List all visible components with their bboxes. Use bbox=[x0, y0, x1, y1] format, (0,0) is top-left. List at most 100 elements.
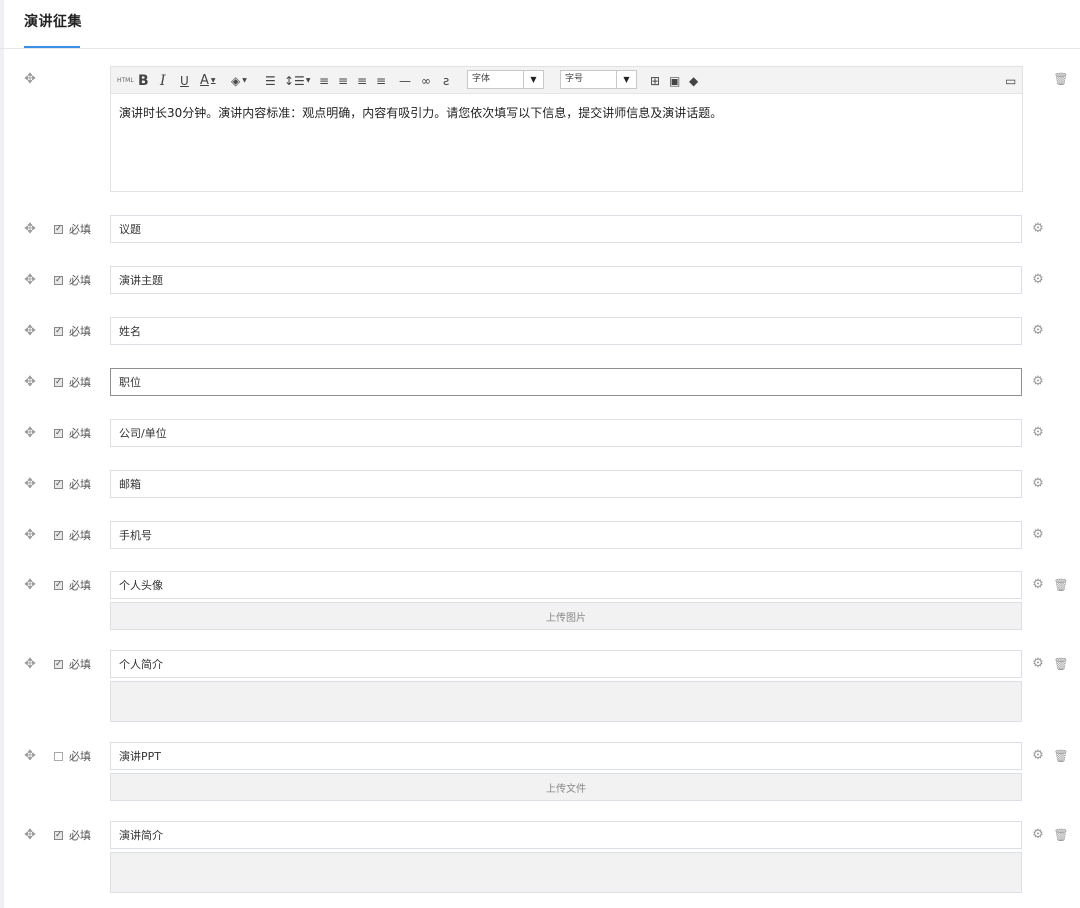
required-label: 必填 bbox=[69, 750, 91, 763]
align-left-icon[interactable]: ≡ bbox=[319, 73, 329, 89]
gear-icon[interactable]: ⚙ bbox=[1030, 748, 1046, 764]
eraser-icon[interactable]: ◆ bbox=[689, 73, 698, 89]
link-icon[interactable]: ∞ bbox=[421, 73, 431, 89]
field-input[interactable]: 公司/单位 bbox=[110, 419, 1022, 447]
required-checkbox[interactable] bbox=[54, 751, 63, 761]
required-checkbox[interactable]: ✓ bbox=[54, 659, 63, 669]
required-checkbox[interactable]: ✓ bbox=[54, 830, 63, 840]
drag-handle-icon[interactable]: ✥ bbox=[22, 272, 38, 288]
upload-file-button[interactable]: 上传文件 bbox=[110, 773, 1022, 801]
chevron-down-icon: ▼ bbox=[523, 71, 543, 88]
field-input[interactable]: 演讲主题 bbox=[110, 266, 1022, 294]
trash-icon[interactable]: 🗑 bbox=[1053, 748, 1069, 764]
indent-icon[interactable]: ☰ bbox=[265, 73, 276, 89]
required-checkbox[interactable]: ✓ bbox=[54, 377, 63, 387]
field-input[interactable]: 手机号 bbox=[110, 521, 1022, 549]
required-checkbox[interactable]: ✓ bbox=[54, 224, 63, 234]
line-height-icon[interactable]: ↕☰ ▼ bbox=[284, 73, 310, 89]
align-justify-icon[interactable]: ≡ bbox=[376, 73, 386, 89]
upload-image-button[interactable]: 上传图片 bbox=[110, 602, 1022, 630]
required-checkbox[interactable]: ✓ bbox=[54, 275, 63, 285]
gear-icon[interactable]: ⚙ bbox=[1030, 656, 1046, 672]
gear-icon[interactable]: ⚙ bbox=[1030, 272, 1046, 288]
chevron-down-icon: ▼ bbox=[616, 71, 636, 88]
field-input[interactable]: 议题 bbox=[110, 215, 1022, 243]
horizontal-rule-icon[interactable]: — bbox=[399, 73, 411, 89]
trash-icon[interactable]: 🗑 bbox=[1053, 656, 1069, 672]
required-checkbox[interactable]: ✓ bbox=[54, 428, 63, 438]
left-edge bbox=[0, 0, 4, 908]
required-toggle[interactable]: ✓ 必填 bbox=[54, 827, 91, 843]
font-size-select[interactable]: 字号 ▼ bbox=[560, 70, 637, 89]
drag-handle-icon[interactable]: ✥ bbox=[22, 323, 38, 339]
tab-bar: 演讲征集 bbox=[0, 0, 1080, 49]
field-input[interactable]: 邮箱 bbox=[110, 470, 1022, 498]
font-color-button[interactable]: A ▼ bbox=[200, 73, 216, 89]
required-checkbox[interactable]: ✓ bbox=[54, 530, 63, 540]
gear-icon[interactable]: ⚙ bbox=[1030, 476, 1046, 492]
required-label: 必填 bbox=[69, 579, 91, 592]
html-source-button[interactable]: HTML bbox=[117, 73, 134, 89]
tab-speech-collection[interactable]: 演讲征集 bbox=[24, 11, 82, 31]
table-icon[interactable]: ⊞ bbox=[650, 73, 660, 89]
fullscreen-icon[interactable]: ▭ bbox=[1005, 73, 1016, 89]
trash-icon[interactable]: 🗑 bbox=[1053, 577, 1069, 593]
image-icon[interactable]: ▣ bbox=[669, 73, 680, 89]
required-toggle[interactable]: ✓ 必填 bbox=[54, 577, 91, 593]
gear-icon[interactable]: ⚙ bbox=[1030, 323, 1046, 339]
required-toggle[interactable]: ✓ 必填 bbox=[54, 221, 91, 237]
italic-button[interactable]: I bbox=[160, 73, 166, 89]
field-input[interactable]: 个人简介 bbox=[110, 650, 1022, 678]
drag-handle-icon[interactable]: ✥ bbox=[22, 577, 38, 593]
drag-handle-icon[interactable]: ✥ bbox=[22, 71, 38, 87]
textarea-preview[interactable] bbox=[110, 681, 1022, 722]
textarea-preview[interactable] bbox=[110, 852, 1022, 893]
field-input[interactable]: 演讲简介 bbox=[110, 821, 1022, 849]
gear-icon[interactable]: ⚙ bbox=[1030, 577, 1046, 593]
required-checkbox[interactable]: ✓ bbox=[54, 580, 63, 590]
required-toggle[interactable]: ✓ 必填 bbox=[54, 374, 91, 390]
rich-text-editor[interactable]: HTML B I U A ▼ ◈ ▼ ☰ ↕☰ ▼ ≡ ≡ ≡ ≡ — ∞ ƨ 字体 … bbox=[110, 66, 1023, 192]
bold-button[interactable]: B bbox=[138, 73, 149, 89]
editor-content[interactable]: 演讲时长30分钟。演讲内容标准：观点明确，内容有吸引力。请您依次填写以下信息，提… bbox=[119, 104, 722, 121]
required-checkbox[interactable]: ✓ bbox=[54, 326, 63, 336]
required-toggle[interactable]: 必填 bbox=[54, 748, 91, 764]
required-toggle[interactable]: ✓ 必填 bbox=[54, 527, 91, 543]
drag-handle-icon[interactable]: ✥ bbox=[22, 656, 38, 672]
trash-icon[interactable]: 🗑 bbox=[1053, 827, 1069, 843]
align-center-icon[interactable]: ≡ bbox=[338, 73, 348, 89]
gear-icon[interactable]: ⚙ bbox=[1030, 425, 1046, 441]
field-input[interactable]: 姓名 bbox=[110, 317, 1022, 345]
required-label: 必填 bbox=[69, 376, 91, 389]
required-label: 必填 bbox=[69, 427, 91, 440]
gear-icon[interactable]: ⚙ bbox=[1030, 374, 1046, 390]
required-toggle[interactable]: ✓ 必填 bbox=[54, 476, 91, 492]
unlink-icon[interactable]: ƨ bbox=[443, 73, 449, 89]
drag-handle-icon[interactable]: ✥ bbox=[22, 374, 38, 390]
field-input[interactable]: 演讲PPT bbox=[110, 742, 1022, 770]
drag-handle-icon[interactable]: ✥ bbox=[22, 748, 38, 764]
required-toggle[interactable]: ✓ 必填 bbox=[54, 323, 91, 339]
gear-icon[interactable]: ⚙ bbox=[1030, 221, 1046, 237]
font-family-select[interactable]: 字体 ▼ bbox=[467, 70, 544, 89]
drag-handle-icon[interactable]: ✥ bbox=[22, 221, 38, 237]
gear-icon[interactable]: ⚙ bbox=[1030, 827, 1046, 843]
required-checkbox[interactable]: ✓ bbox=[54, 479, 63, 489]
gear-icon[interactable]: ⚙ bbox=[1030, 527, 1046, 543]
required-toggle[interactable]: ✓ 必填 bbox=[54, 425, 91, 441]
drag-handle-icon[interactable]: ✥ bbox=[22, 827, 38, 843]
required-toggle[interactable]: ✓ 必填 bbox=[54, 656, 91, 672]
trash-icon[interactable]: 🗑 bbox=[1053, 71, 1069, 87]
required-label: 必填 bbox=[69, 658, 91, 671]
required-toggle[interactable]: ✓ 必填 bbox=[54, 272, 91, 288]
field-input[interactable]: 职位 bbox=[110, 368, 1022, 396]
drag-handle-icon[interactable]: ✥ bbox=[22, 425, 38, 441]
drag-handle-icon[interactable]: ✥ bbox=[22, 476, 38, 492]
align-right-icon[interactable]: ≡ bbox=[357, 73, 367, 89]
underline-button[interactable]: U bbox=[180, 73, 189, 89]
field-input[interactable]: 个人头像 bbox=[110, 571, 1022, 599]
bg-color-icon[interactable]: ◈ ▼ bbox=[231, 73, 247, 89]
tab-active-indicator bbox=[24, 46, 80, 48]
drag-handle-icon[interactable]: ✥ bbox=[22, 527, 38, 543]
editor-toolbar: HTML B I U A ▼ ◈ ▼ ☰ ↕☰ ▼ ≡ ≡ ≡ ≡ — ∞ ƨ 字体 … bbox=[111, 67, 1022, 94]
